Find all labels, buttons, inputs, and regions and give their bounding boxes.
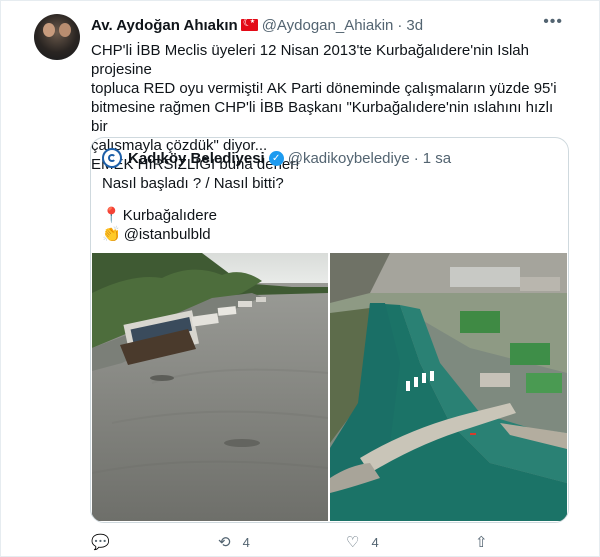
tweet-card[interactable]: Av. Aydoğan Ahıakın @Aydogan_Ahiakin · 3… xyxy=(0,0,600,557)
retweet-action[interactable]: ⟲ 4 xyxy=(218,533,250,551)
quoted-tweet[interactable]: Kadıköy Belediyesi ✓ @kadikoybelediye · … xyxy=(90,137,569,523)
tweet-timestamp[interactable]: 3d xyxy=(406,17,423,34)
author-name[interactable]: Av. Aydoğan Ahıakın xyxy=(91,17,238,34)
like-count: 4 xyxy=(371,534,379,550)
before-photo[interactable] xyxy=(92,253,328,521)
like-action[interactable]: ♡ 4 xyxy=(346,533,379,551)
header-separator: · xyxy=(397,16,403,34)
quoted-text-line: Nasıl başladı ? / Nasıl bitti? xyxy=(102,175,284,192)
heart-icon[interactable]: ♡ xyxy=(346,533,359,551)
author-handle[interactable]: @Aydogan_Ahiakin xyxy=(262,17,394,34)
quoted-author-avatar[interactable] xyxy=(102,148,122,168)
tweet-text-line: topluca RED oyu vermişti! AK Parti dönem… xyxy=(91,80,557,97)
quoted-mention-text[interactable]: @istanbulbld xyxy=(124,226,211,243)
after-photo[interactable] xyxy=(330,253,567,521)
turkey-flag-icon xyxy=(240,16,258,31)
retweet-icon[interactable]: ⟲ xyxy=(218,533,231,551)
author-avatar[interactable] xyxy=(34,14,80,60)
tweet-text-line: CHP'li İBB Meclis üyeleri 12 Nisan 2013'… xyxy=(91,42,529,78)
after-photo-illustration xyxy=(330,253,567,521)
quoted-location-line: 📍 Kurbağalıdere xyxy=(102,206,217,224)
before-photo-illustration xyxy=(92,253,328,521)
quoted-location-text: Kurbağalıdere xyxy=(122,207,217,224)
tweet-text-line: bitmesine rağmen CHP'li İBB Başkanı "Kur… xyxy=(91,99,554,135)
quoted-timestamp[interactable]: 1 sa xyxy=(423,150,451,167)
more-horizontal-icon[interactable]: ••• xyxy=(543,13,563,31)
share-action[interactable]: ⇧ xyxy=(475,533,500,551)
reply-action[interactable]: 💬 xyxy=(91,533,122,551)
reply-icon[interactable]: 💬 xyxy=(91,533,110,551)
share-icon[interactable]: ⇧ xyxy=(475,533,488,551)
tweet-header: Av. Aydoğan Ahıakın @Aydogan_Ahiakin · 3… xyxy=(91,15,581,35)
tweet-actions: 💬 ⟲ 4 ♡ 4 ⇧ xyxy=(91,533,571,553)
retweet-count: 4 xyxy=(242,534,250,550)
quoted-tweet-header: Kadıköy Belediyesi ✓ @kadikoybelediye · … xyxy=(102,148,451,168)
clapping-hands-icon: 👏 xyxy=(102,226,121,243)
quoted-author-name[interactable]: Kadıköy Belediyesi xyxy=(128,150,265,167)
quoted-mention-line: 👏 @istanbulbld xyxy=(102,225,211,243)
quoted-header-separator: · xyxy=(413,149,419,167)
pin-icon: 📍 xyxy=(102,207,121,224)
quoted-text: Nasıl başladı ? / Nasıl bitti? xyxy=(102,174,552,193)
verified-badge-icon: ✓ xyxy=(268,150,284,166)
quoted-author-handle[interactable]: @kadikoybelediye xyxy=(288,150,410,167)
